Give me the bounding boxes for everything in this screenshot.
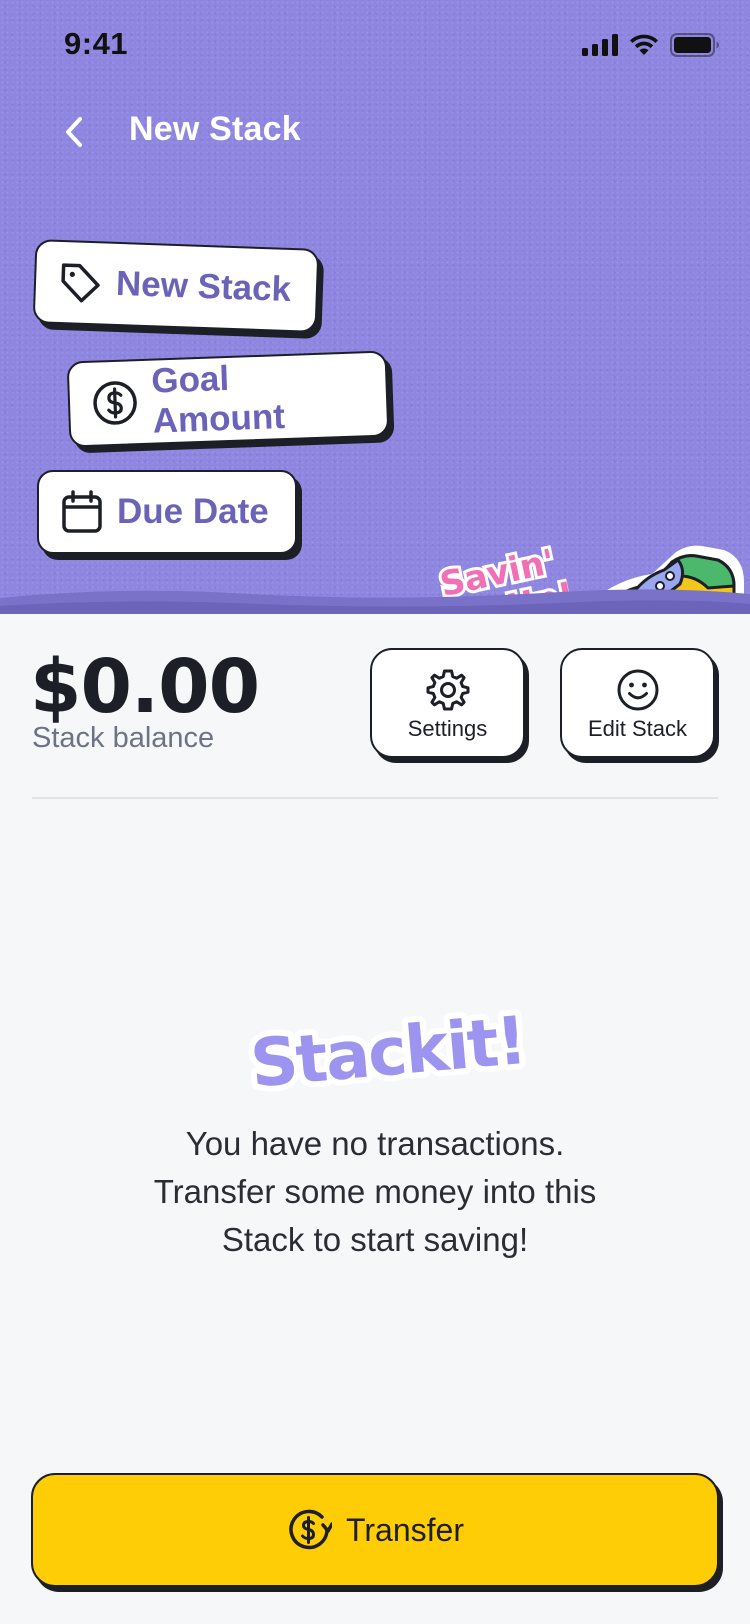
stackit-logo: Stackit! <box>241 996 530 1100</box>
settings-label: Settings <box>407 716 488 741</box>
stack-balance-amount: $0.00 <box>30 644 260 730</box>
battery-icon <box>670 33 719 57</box>
page-title: New Stack <box>129 110 301 148</box>
transfer-label: Transfer <box>346 1511 464 1548</box>
stack-name-sticker[interactable]: New Stack <box>32 239 320 333</box>
status-bar: 9:41 <box>0 0 750 90</box>
transfer-button[interactable]: Transfer <box>31 1473 719 1587</box>
wifi-icon <box>630 34 658 55</box>
edit-stack-button[interactable]: Edit Stack <box>560 648 715 758</box>
stack-name-label: New Stack <box>115 263 292 310</box>
divider <box>32 797 718 799</box>
hero-header: 9:41 New Stack New Stack Goal Amount Due… <box>0 0 750 614</box>
edit-stack-label: Edit Stack <box>587 716 688 741</box>
settings-button[interactable]: Settings <box>370 648 525 758</box>
smiley-icon <box>617 669 658 711</box>
status-time: 9:41 <box>64 26 129 61</box>
empty-state: Stackit! You have no transactions. Trans… <box>0 990 750 1270</box>
balance-section: $0.00 Stack balance Settings Edit Stack <box>0 614 750 796</box>
chevron-left-icon <box>66 117 82 147</box>
stack-balance-label: Stack balance <box>32 722 215 754</box>
back-button[interactable] <box>52 108 96 156</box>
dollar-circle-icon <box>93 381 137 425</box>
stackit-logo-text: Stackit! <box>247 1002 528 1100</box>
goal-amount-sticker[interactable]: Goal Amount <box>66 350 390 448</box>
empty-state-message: You have no transactions. Transfer some … <box>153 1125 597 1258</box>
tag-icon <box>61 263 100 303</box>
nav-bar: New Stack <box>0 100 750 164</box>
goal-amount-label: Goal Amount <box>150 358 286 441</box>
cellular-signal-icon <box>582 34 618 56</box>
status-icons <box>582 33 720 57</box>
hero-wave <box>0 589 750 614</box>
due-date-sticker[interactable]: Due Date <box>37 470 297 554</box>
gear-icon <box>426 669 469 711</box>
calendar-icon <box>62 490 102 533</box>
due-date-label: Due Date <box>117 492 269 531</box>
transfer-money-icon <box>289 1509 333 1550</box>
